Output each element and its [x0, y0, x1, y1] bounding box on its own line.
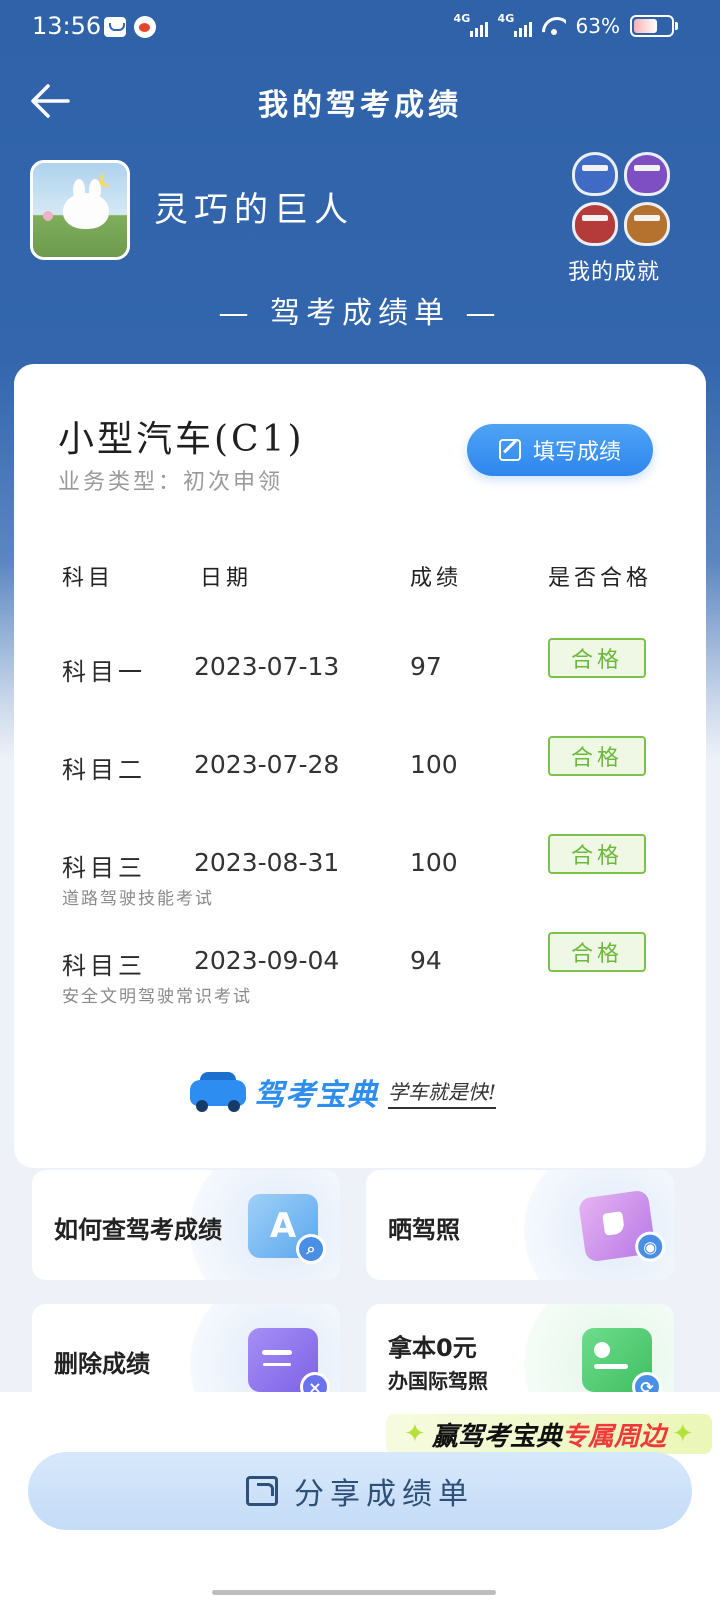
share-report-button[interactable]: 分享成绩单: [28, 1452, 692, 1530]
table-row: 科目一 2023-07-13 97 合格: [14, 638, 706, 742]
avatar[interactable]: [30, 160, 130, 260]
search-icon: ⌕: [296, 1234, 326, 1264]
signal-icon-1: 4G: [454, 12, 488, 37]
table-row: 科目三 安全文明驾驶常识考试 2023-09-04 94 合格: [14, 932, 706, 1036]
pass-badge: 合格: [548, 834, 646, 874]
intl-license-label: 拿本0元 办国际驾照: [388, 1332, 488, 1397]
fill-score-button[interactable]: 填写成绩: [467, 424, 653, 476]
row-score: 100: [410, 848, 458, 877]
intl-line2: 办国际驾照: [388, 1369, 488, 1393]
header-date: 日期: [200, 566, 253, 591]
row-score: 97: [410, 652, 442, 681]
license-type: 小型汽车(C1): [58, 419, 305, 460]
show-license-label: 晒驾照: [388, 1216, 460, 1244]
row-date: 2023-07-28: [194, 750, 340, 779]
brand-name: 驾考宝典: [254, 1078, 378, 1113]
header-score: 成绩: [410, 566, 463, 591]
achievements-label: 我的成就: [568, 260, 661, 285]
weibo-app-icon: [134, 16, 156, 38]
battery-percent: 63%: [575, 14, 620, 38]
report-title: — 驾考成绩单 —: [218, 296, 502, 331]
username: 灵巧的巨人: [154, 190, 354, 230]
delete-scores-label: 删除成绩: [54, 1350, 150, 1378]
delete-document-icon: ×: [248, 1328, 330, 1402]
home-indicator[interactable]: [212, 1590, 496, 1595]
edit-icon: [498, 439, 521, 461]
sparkle-icon: ✦: [671, 1419, 694, 1449]
status-time: 13:56: [32, 12, 102, 40]
row-subtitle: 道路驾驶技能考试: [62, 889, 214, 909]
score-card: 小型汽车(C1) 业务类型：初次申领 填写成绩 科目 日期 成绩 是否合格 科目…: [14, 364, 706, 1168]
badge-icon: [624, 152, 670, 196]
row-subject: 科目三: [62, 854, 146, 882]
table-row: 科目三 道路驾驶技能考试 2023-08-31 100 合格: [14, 834, 706, 938]
header-subject: 科目: [62, 566, 115, 591]
page-title: 我的驾考成绩: [258, 88, 462, 123]
fill-score-label: 填写成绩: [532, 440, 621, 465]
row-subject: 科目三: [62, 952, 146, 980]
sparkle-icon: ✦: [404, 1419, 426, 1449]
battery-icon: [630, 15, 678, 37]
status-bar: 13:56 4G 4G 63%: [0, 0, 720, 52]
how-to-check-label: 如何查驾考成绩: [54, 1216, 222, 1244]
brand-slogan: 学车就是快!: [388, 1076, 497, 1109]
row-score: 94: [410, 946, 442, 975]
header-pass: 是否合格: [548, 566, 653, 591]
brand-logo: 驾考宝典 学车就是快!: [190, 1064, 530, 1120]
pass-badge: 合格: [548, 736, 646, 776]
camera-icon: ◉: [635, 1231, 666, 1262]
promo-highlight: 专属周边: [561, 1421, 666, 1452]
id-card-icon: ⟳: [582, 1328, 662, 1402]
promo-banner[interactable]: ✦ 赢驾考宝典 专属周边 ✦: [386, 1414, 712, 1454]
badge-icon: [572, 202, 618, 246]
row-date: 2023-08-31: [194, 848, 340, 877]
row-date: 2023-09-04: [194, 946, 340, 975]
message-app-icon: [104, 17, 126, 37]
badge-icon: [624, 202, 670, 246]
share-icon: [246, 1476, 278, 1506]
badge-icon: [572, 152, 618, 196]
row-subject: 科目一: [62, 658, 146, 686]
show-license-tile[interactable]: 晒驾照 ◉: [366, 1170, 674, 1280]
how-to-check-tile[interactable]: 如何查驾考成绩 A ⌕: [32, 1170, 340, 1280]
table-row: 科目二 2023-07-28 100 合格: [14, 736, 706, 840]
intl-line1: 拿本0元: [388, 1334, 477, 1362]
pass-badge: 合格: [548, 932, 646, 972]
query-document-icon: A ⌕: [248, 1194, 326, 1264]
photo-icon: ◉: [577, 1189, 666, 1263]
business-type: 业务类型：初次申领: [58, 470, 284, 495]
wifi-icon: [542, 17, 566, 35]
share-label: 分享成绩单: [294, 1477, 474, 1512]
pass-badge: 合格: [548, 638, 646, 678]
row-subject: 科目二: [62, 756, 146, 784]
row-score: 100: [410, 750, 458, 779]
promo-prefix: 赢驾考宝典: [431, 1421, 562, 1452]
achievements-button[interactable]: 我的成就: [568, 150, 680, 290]
row-date: 2023-07-13: [194, 652, 340, 681]
signal-icon-2: 4G: [498, 12, 532, 37]
row-subtitle: 安全文明驾驶常识考试: [62, 987, 252, 1007]
car-logo-icon: [190, 1072, 246, 1112]
